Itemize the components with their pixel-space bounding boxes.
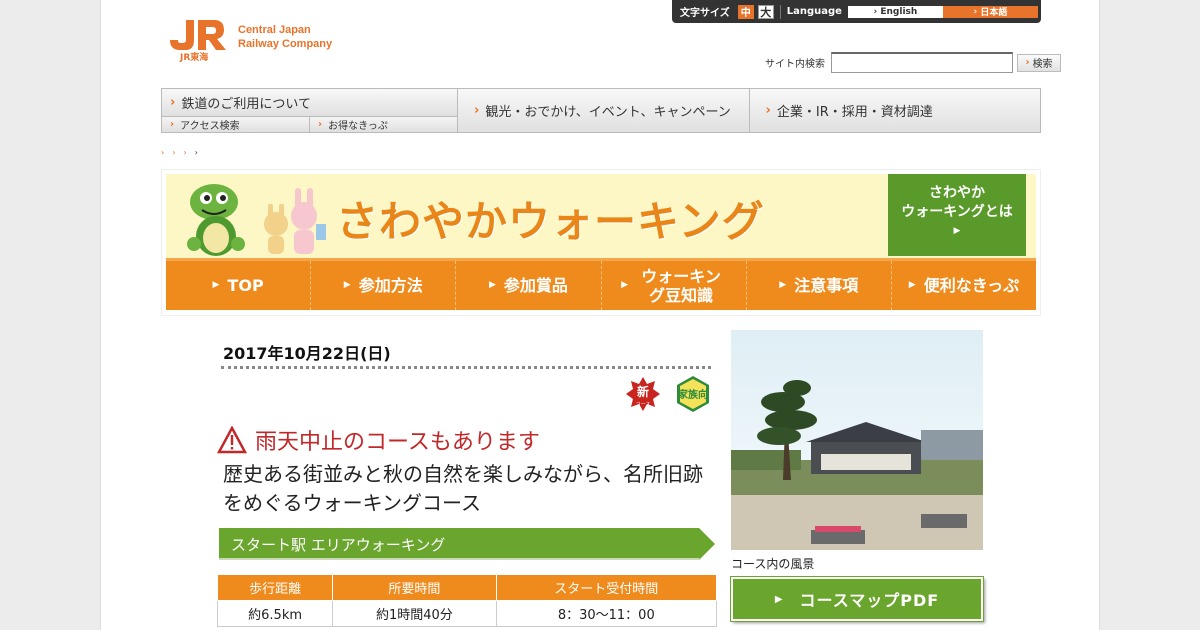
play-arrow-icon: ▶ [488, 280, 496, 290]
search-label: サイト内検索 [765, 59, 825, 70]
walking-nav: ▶ TOP ▶ 参加方法 ▶ 参加賞品 ▶ ウォーキング豆知識 ▶ 注意事項 ▶ 便利なきっ… [166, 258, 1036, 310]
about-line1: さわやか [929, 185, 985, 201]
breadcrumb: ›››› [161, 148, 206, 157]
warning-text: 雨天中止のコースもあります [255, 430, 540, 455]
course-map-pdf-button[interactable]: ▶ コースマップPDF [731, 577, 983, 621]
chevron-right-icon: › [170, 95, 176, 110]
walking-nav-tips-label: ウォーキング豆知識 [641, 266, 721, 305]
gnav-item-tourism[interactable]: › 観光・おでかけ、イベント、キャンペーン [458, 89, 750, 132]
walking-nav-how-to-join-label: 参加方法 [358, 276, 423, 295]
breadcrumb-link[interactable]: › [172, 148, 183, 157]
walking-nav-tickets[interactable]: ▶ 便利なきっぷ [892, 261, 1036, 310]
gnav-item-railway-label: 鉄道のご利用について [181, 97, 311, 112]
walking-nav-tips[interactable]: ▶ ウォーキング豆知識 [602, 261, 747, 310]
utility-bar: 文字サイズ 中 大 Language › English › 日本語 [672, 0, 1041, 23]
gnav-item-corporate-label: 企業・IR・採用・資材調達 [776, 105, 933, 120]
play-arrow-icon: ▶ [779, 280, 787, 290]
logo-line1: Central Japan [238, 24, 311, 36]
course-title-bar: スタート駅 エリアウォーキング [219, 528, 715, 560]
logo-subtext: JR東海 [180, 53, 209, 63]
gnav-item-railway[interactable]: › 鉄道のご利用について [162, 89, 457, 117]
gnav-item-tourism-label: 観光・おでかけ、イベント、キャンペーン [485, 105, 731, 120]
family-badge-text: 家族向 [678, 388, 708, 401]
new-badge-subtext: コース [636, 402, 651, 408]
course-photo [731, 330, 983, 550]
family-badge-icon: 家族向 [677, 376, 709, 412]
walking-nav-notes-label: 注意事項 [794, 276, 859, 295]
logo-line2: Railway Company [238, 38, 333, 50]
walking-nav-prizes[interactable]: ▶ 参加賞品 [456, 261, 602, 310]
language-english-label: English [880, 6, 918, 17]
event-headline: 歴史ある街並みと秋の自然を楽しみながら、名所旧跡をめぐるウォーキングコース [223, 462, 703, 515]
search-button[interactable]: 検索 [1017, 53, 1061, 72]
gnav-sub-access-label: アクセス検索 [180, 121, 240, 132]
global-nav: › 鉄道のご利用について › アクセス検索 › お得なきっぷ › 観光・おでかけ、イベン… [161, 88, 1041, 133]
about-line2: ウォーキングとは [901, 204, 1013, 220]
chevron-right-icon: › [318, 119, 323, 130]
gnav-subitems: › アクセス検索 › お得なきっぷ [162, 117, 457, 132]
breadcrumb-link[interactable]: › [183, 148, 194, 157]
walking-nav-prizes-label: 参加賞品 [503, 276, 568, 295]
dotted-divider [221, 366, 711, 369]
table-header-distance: 歩行距離 [216, 574, 334, 601]
event-date: 2017年10月22日(日) [223, 344, 391, 363]
gnav-sub-tickets-label: お得なきっぷ [328, 121, 388, 132]
walking-nav-tickets-label: 便利なきっぷ [923, 276, 1020, 295]
gnav-railway-group: › 鉄道のご利用について › アクセス検索 › お得なきっぷ [162, 89, 458, 132]
new-course-badge-icon: 新 コース [626, 377, 660, 411]
about-walking-button[interactable]: さわやか ウォーキングとは ▶ [888, 174, 1026, 256]
play-arrow-icon: ▶ [621, 280, 629, 290]
photo-caption: コース内の風景 [731, 557, 815, 571]
language-english-button[interactable]: › English [847, 5, 943, 18]
course-title: スタート駅 エリアウォーキング [231, 536, 446, 554]
language-japanese-label: 日本語 [980, 8, 1008, 18]
play-arrow-icon: ▶ [953, 226, 961, 236]
table-header-start-time: スタート受付時間 [495, 574, 718, 601]
gnav-sub-access[interactable]: › アクセス検索 [162, 117, 310, 132]
breadcrumb-link[interactable]: › [161, 148, 172, 157]
walking-nav-top-label: TOP [227, 276, 264, 295]
breadcrumb-current: › [194, 148, 206, 157]
jr-central-logo[interactable]: JR東海 Central Japan Railway Company [166, 18, 332, 63]
table-header-row: 歩行距離 所要時間 スタート受付時間 [216, 574, 718, 601]
chevron-right-icon: › [170, 119, 175, 130]
warning-notice: 雨天中止のコースもあります [217, 424, 540, 456]
search-input[interactable] [831, 52, 1013, 73]
font-size-label: 文字サイズ [680, 8, 730, 19]
mascot-characters-icon [187, 184, 326, 256]
new-badge-text: 新 [637, 384, 649, 399]
walking-banner: さわやかウォーキング さわやか ウォーキングとは ▶ ▶ TOP ▶ 参加方法 ▶ 参… [161, 169, 1041, 316]
jr-logo-icon: JR東海 [166, 18, 228, 63]
banner-header: さわやかウォーキング さわやか ウォーキングとは ▶ [166, 174, 1036, 258]
table-cell-start-time: 8：30〜11：00 [495, 600, 718, 627]
table-cell-duration: 約1時間40分 [332, 600, 497, 627]
gnav-sub-tickets[interactable]: › お得なきっぷ [310, 117, 457, 132]
gnav-item-corporate[interactable]: › 企業・IR・採用・資材調達 [749, 89, 1040, 132]
table-row: 約6.5km 約1時間40分 8：30〜11：00 [216, 600, 718, 627]
font-size-large-button[interactable]: 大 [757, 4, 774, 19]
play-arrow-icon: ▶ [343, 280, 351, 290]
divider [779, 4, 781, 19]
course-info-table: 歩行距離 所要時間 スタート受付時間 約6.5km 約1時間40分 8：30〜1… [216, 574, 718, 627]
play-arrow-icon: ▶ [908, 280, 916, 290]
play-arrow-icon: ▶ [212, 280, 220, 290]
walking-nav-notes[interactable]: ▶ 注意事項 [747, 261, 892, 310]
language-japanese-button[interactable]: › 日本語 [942, 5, 1038, 18]
walking-nav-top[interactable]: ▶ TOP [166, 261, 312, 310]
warning-icon [217, 426, 247, 454]
table-header-duration: 所要時間 [332, 574, 497, 601]
banner-title: さわやかウォーキング [336, 197, 765, 246]
language-label: Language [786, 6, 842, 17]
font-size-medium-button[interactable]: 中 [737, 4, 754, 19]
page: JR東海 Central Japan Railway Company 文字サイズ… [100, 0, 1100, 630]
play-arrow-icon: ▶ [774, 593, 784, 605]
chevron-right-icon: › [765, 103, 771, 118]
walking-nav-how-to-join[interactable]: ▶ 参加方法 [311, 261, 457, 310]
logo-wordmark: Central Japan Railway Company [238, 23, 332, 51]
chevron-right-icon: › [474, 103, 480, 118]
table-cell-distance: 約6.5km [216, 600, 334, 627]
course-map-pdf-label: コースマップPDF [799, 591, 940, 610]
site-search: サイト内検索 検索 [765, 52, 1061, 73]
